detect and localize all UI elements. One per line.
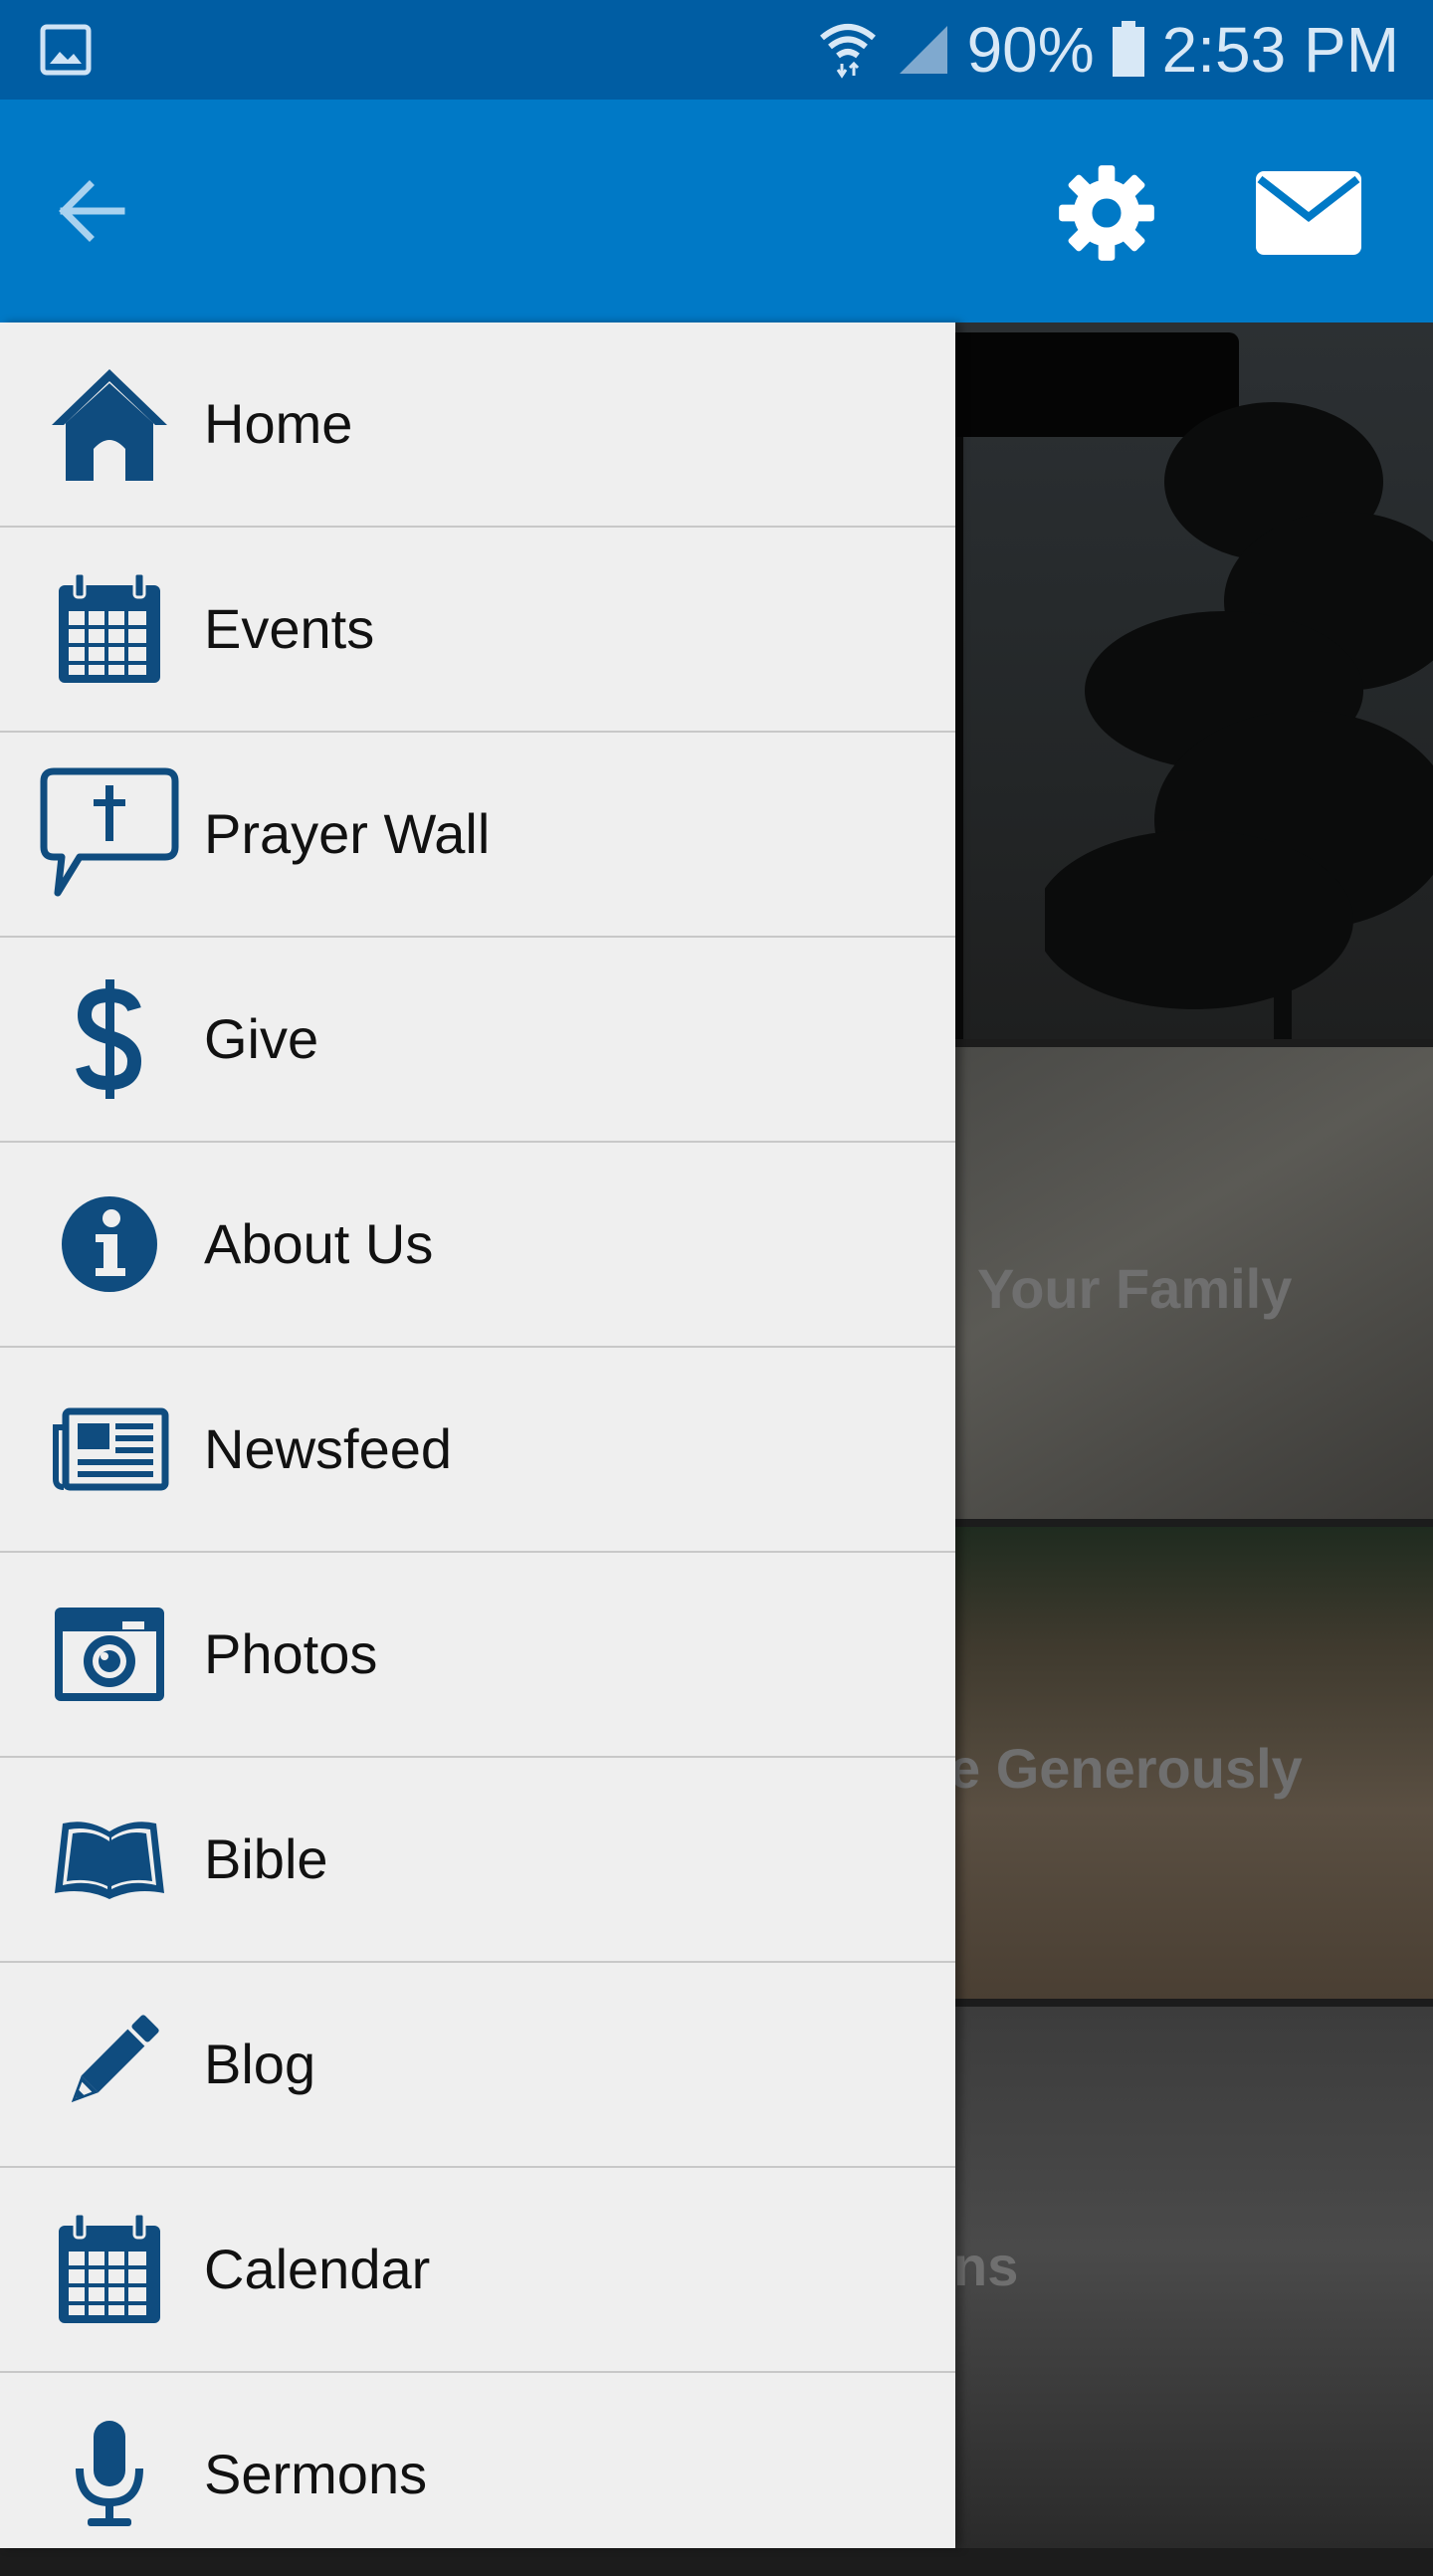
drawer-item-prayer-wall[interactable]: Prayer Wall <box>0 733 955 938</box>
tile-title: ns <box>955 2235 1019 2297</box>
drawer-item-label: Calendar <box>204 2238 431 2300</box>
drawer-item-sermons[interactable]: Sermons <box>0 2373 955 2576</box>
background-tile[interactable]: Your Family <box>955 1047 1433 1519</box>
battery-icon <box>1112 21 1144 77</box>
drawer-item-label: Bible <box>204 1827 328 1890</box>
camera-icon <box>40 1595 179 1714</box>
drawer-item-newsfeed[interactable]: Newsfeed <box>0 1348 955 1553</box>
navigation-drawer: Home Events Prayer Wall Give About Us Ne… <box>0 322 955 2548</box>
drawer-item-label: Newsfeed <box>204 1417 453 1480</box>
calendar-icon <box>40 2210 179 2329</box>
background-content: Your Family e Generously ns <box>955 322 1433 2548</box>
signal-icon <box>899 26 947 74</box>
drawer-item-events[interactable]: Events <box>0 528 955 733</box>
background-tile[interactable] <box>955 322 1433 1039</box>
drawer-item-calendar[interactable]: Calendar <box>0 2168 955 2373</box>
pencil-icon <box>40 2005 179 2124</box>
calendar-icon <box>40 569 179 689</box>
home-icon <box>40 364 179 484</box>
gear-icon[interactable] <box>1055 161 1158 265</box>
wifi-icon <box>819 24 876 79</box>
open-book-icon <box>40 1800 179 1919</box>
newspaper-icon <box>40 1390 179 1509</box>
sign-post <box>955 332 963 1039</box>
mail-icon[interactable] <box>1256 171 1361 255</box>
drawer-item-label: Home <box>204 392 353 455</box>
back-arrow-icon[interactable] <box>56 179 127 243</box>
drawer-item-label: Photos <box>204 1622 378 1685</box>
drawer-item-label: About Us <box>204 1212 434 1275</box>
drawer-item-about-us[interactable]: About Us <box>0 1143 955 1348</box>
drawer-item-home[interactable]: Home <box>0 322 955 528</box>
drawer-item-bible[interactable]: Bible <box>0 1758 955 1963</box>
tile-title: Your Family <box>977 1257 1293 1320</box>
clock: 2:53 PM <box>1161 14 1399 86</box>
gallery-icon <box>40 24 92 76</box>
background-tile[interactable]: e Generously <box>955 1527 1433 1999</box>
tile-title: e Generously <box>955 1737 1303 1800</box>
prayer-bubble-icon <box>40 767 179 897</box>
drawer-item-blog[interactable]: Blog <box>0 1963 955 2168</box>
battery-percentage: 90% <box>966 14 1095 86</box>
drawer-item-label: Prayer Wall <box>204 802 491 865</box>
drawer-item-label: Blog <box>204 2033 316 2095</box>
status-bar: 90% 2:53 PM <box>0 0 1433 100</box>
drawer-item-label: Sermons <box>204 2443 428 2505</box>
background-tile[interactable]: ns <box>955 2007 1433 2548</box>
drawer-item-give[interactable]: Give <box>0 938 955 1143</box>
drawer-item-photos[interactable]: Photos <box>0 1553 955 1758</box>
info-icon <box>40 1184 179 1304</box>
dollar-icon <box>40 979 179 1099</box>
microphone-icon <box>40 2415 179 2534</box>
drawer-item-label: Give <box>204 1007 319 1070</box>
drawer-item-label: Events <box>204 597 375 660</box>
app-bar <box>0 100 1433 322</box>
tree-silhouette <box>1045 402 1433 1039</box>
